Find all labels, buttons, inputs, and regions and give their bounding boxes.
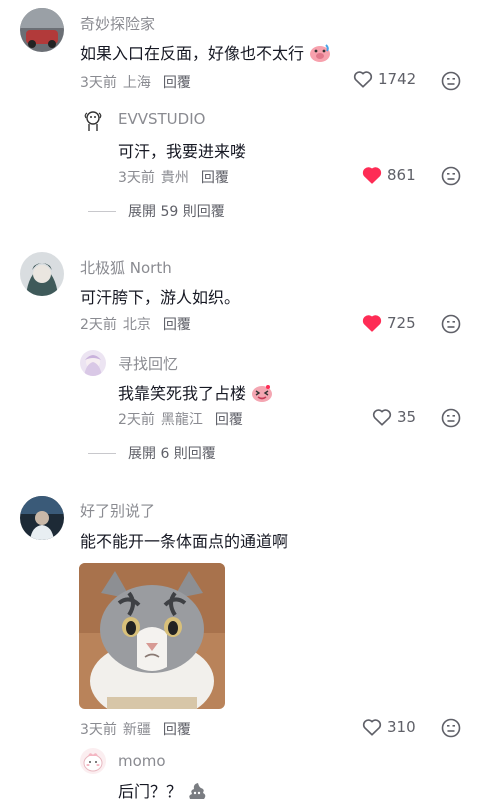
reply-time: 2天前 [118,412,155,428]
comment-location: 北京 [122,317,151,333]
like-button[interactable]: 1742 [353,70,416,88]
comment-username[interactable]: 好了别说了 [80,500,155,521]
dislike-face-icon [441,166,461,186]
dislike-button[interactable] [441,718,461,738]
comment-meta: 3天前 新疆 回覆 [80,719,197,739]
like-count: 725 [387,314,416,332]
like-count: 310 [387,718,416,736]
reply-text-content: 我靠笑死我了占楼 [118,384,247,403]
reply-text: 我靠笑死我了占楼 [118,380,273,407]
divider [88,452,116,454]
dislike-face-icon [441,314,461,334]
heart-filled-icon [362,167,382,184]
reply-username[interactable]: momo [118,752,166,770]
comment-location: 上海 [122,75,151,91]
comment-time: 3天前 [80,75,117,91]
comment-text: 如果入口在反面，好像也不太行 [80,40,331,67]
reply-text: 后门？？ [118,778,207,805]
dislike-face-icon [441,408,461,428]
comment-time: 3天前 [80,722,117,738]
reply-button[interactable]: 回覆 [163,317,191,333]
comment-meta: 2天前 北京 回覆 [80,314,197,334]
comment-meta: 3天前 上海 回覆 [80,72,197,92]
comment-text: 能不能开一条体面点的通道啊 [80,532,289,551]
reply-avatar[interactable] [80,748,106,774]
reply-avatar[interactable] [80,108,106,134]
expand-replies-button[interactable]: 展開 59 則回覆 [88,201,225,221]
avatar[interactable] [20,8,64,52]
heart-outline-icon [353,71,373,88]
reply-meta: 2天前 黑龍江 回覆 [118,409,249,429]
reply-text: 可汗，我要进来喽 [118,142,247,161]
reply-time: 3天前 [118,170,155,186]
comment-text: 可汗胯下，游人如织。 [80,288,241,307]
pig-face-emoji-icon [309,43,331,67]
laughing-face-emoji-icon [251,383,273,407]
dislike-button[interactable] [441,314,461,334]
expand-replies-label: 展開 6 則回覆 [128,446,216,462]
dislike-button[interactable] [441,408,461,428]
like-count: 1742 [378,70,417,88]
expand-replies-button[interactable]: 展開 6 則回覆 [88,443,216,463]
like-button[interactable]: 725 [362,314,416,332]
reply-button[interactable]: 回覆 [215,412,243,428]
heart-outline-icon [362,719,382,736]
dislike-button[interactable] [441,166,461,186]
expand-replies-label: 展開 59 則回覆 [128,204,225,220]
comment-location: 新疆 [122,722,151,738]
comment-username[interactable]: 北极狐 North [80,257,172,278]
like-button[interactable]: 310 [362,718,416,736]
comment-text-content: 如果入口在反面，好像也不太行 [80,44,305,63]
divider [88,210,116,212]
reply-username[interactable]: EVVSTUDIO [118,110,205,128]
like-button[interactable]: 35 [372,408,416,426]
dislike-face-icon [441,718,461,738]
avatar[interactable] [20,496,64,540]
reply-avatar[interactable] [80,350,106,376]
reply-meta: 3天前 貴州 回覆 [118,167,235,187]
like-count: 35 [397,408,417,426]
reply-text-content: 后门？？ [118,782,183,801]
dislike-face-icon [441,71,461,91]
poop-emoji-icon [187,781,207,805]
reply-button[interactable]: 回覆 [163,75,191,91]
reply-button[interactable]: 回覆 [201,170,229,186]
reply-username[interactable]: 寻找回忆 [118,353,178,374]
reply-button[interactable]: 回覆 [163,722,191,738]
comment-username[interactable]: 奇妙探险家 [80,13,155,34]
dislike-button[interactable] [441,71,461,91]
like-count: 861 [387,166,416,184]
cat-image[interactable] [79,563,225,709]
like-button[interactable]: 861 [362,166,416,184]
comment-time: 2天前 [80,317,117,333]
reply-location: 貴州 [160,170,189,186]
reply-location: 黑龍江 [160,412,203,428]
avatar[interactable] [20,252,64,296]
heart-filled-icon [362,315,382,332]
heart-outline-icon [372,409,392,426]
